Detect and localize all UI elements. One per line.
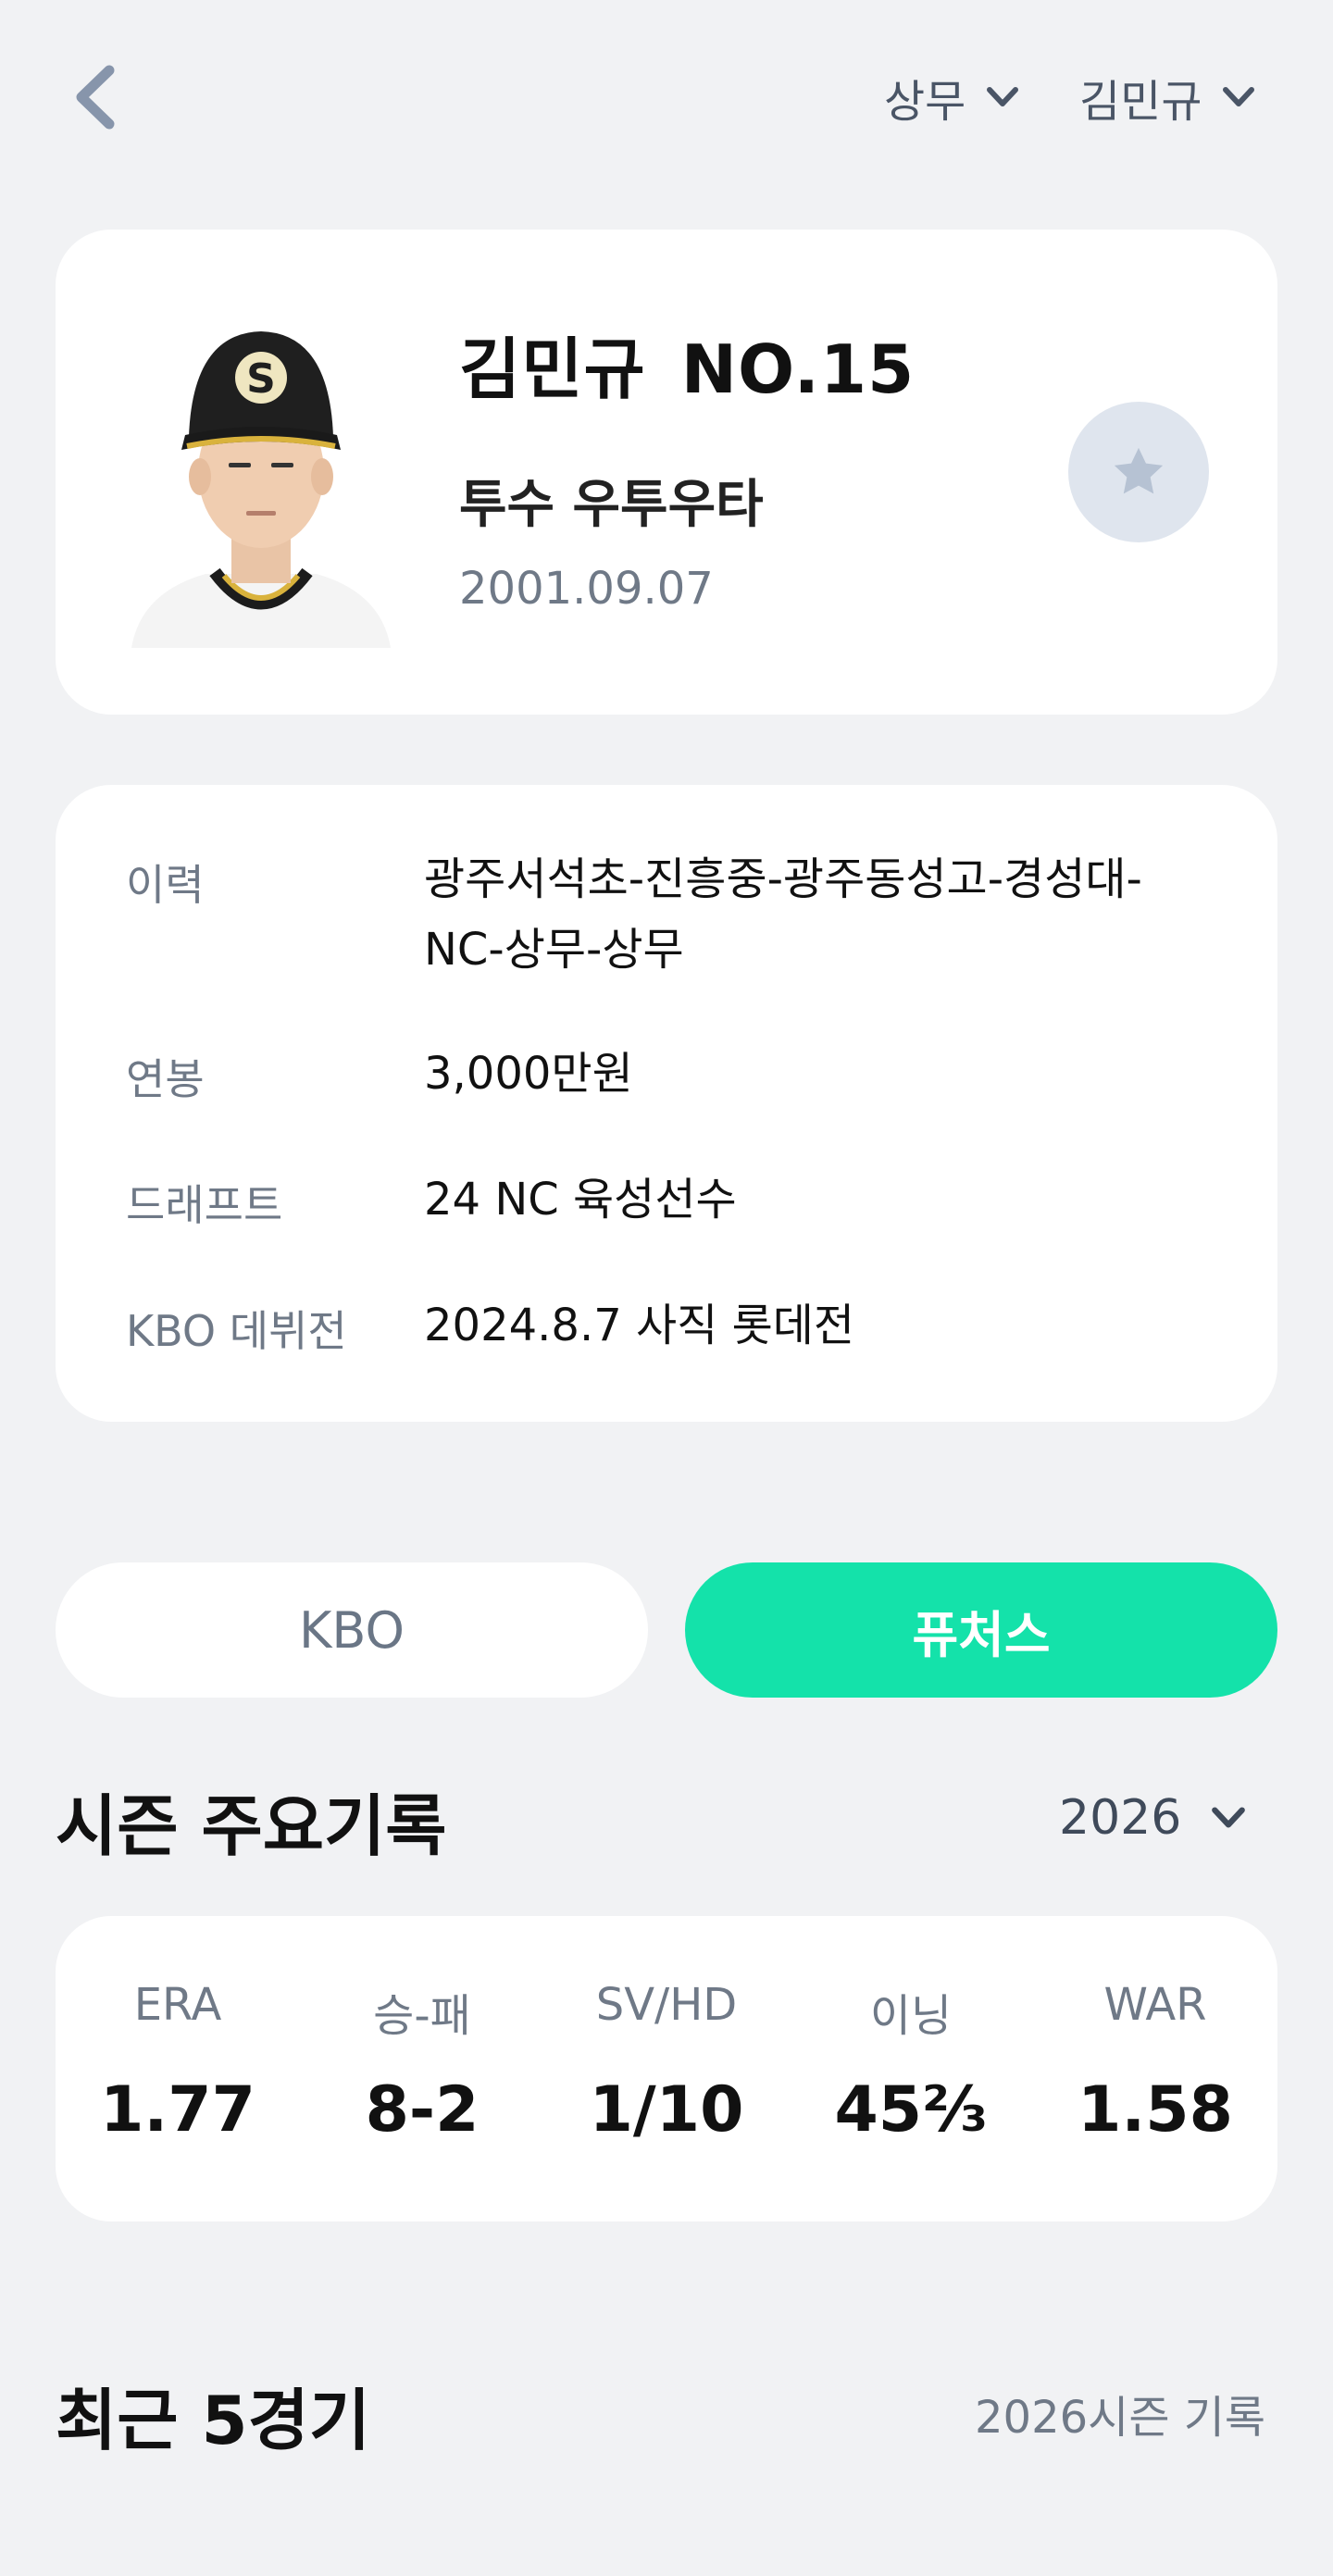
- player-dropdown-label: 김민규: [1079, 76, 1202, 128]
- stat-label: ERA: [133, 1979, 222, 2031]
- stat-win-loss: 승-패 8-2: [300, 1916, 544, 2221]
- chevron-down-icon: [1223, 87, 1255, 106]
- recent-games-subtitle: 2026시즌 기록: [975, 2392, 1266, 2444]
- info-value-history: 광주서석초-진흥중-광주동성고-경성대-NC-상무-상무: [424, 853, 1142, 976]
- cap-logo: S: [246, 355, 276, 403]
- chevron-down-icon: [1212, 1807, 1246, 1828]
- player-photo: S: [122, 315, 400, 648]
- stat-label: 승-패: [373, 1990, 471, 2042]
- player-dropdown[interactable]: 김민규: [1079, 67, 1257, 128]
- chevron-left-icon: [76, 65, 115, 130]
- chevron-down-icon: [987, 87, 1019, 106]
- stat-era: ERA 1.77: [56, 1916, 300, 2221]
- team-dropdown[interactable]: 상무: [884, 67, 1021, 128]
- recent-games-title: 최근 5경기: [56, 2382, 371, 2459]
- stat-war: WAR 1.58: [1033, 1916, 1277, 2221]
- stat-value: 1.58: [1078, 2073, 1233, 2147]
- team-dropdown-label: 상무: [884, 76, 966, 128]
- info-label-debut: KBO 데뷔전: [126, 1306, 347, 1356]
- info-value-draft: 24 NC 육성선수: [424, 1174, 737, 1226]
- stat-save-hold: SV/HD 1/10: [544, 1916, 789, 2221]
- info-label-salary: 연봉: [126, 1054, 205, 1104]
- season-year-label: 2026: [1059, 1790, 1182, 1846]
- player-position: 투수 우투우타: [459, 475, 764, 535]
- stat-innings: 이닝 45⅔: [789, 1916, 1033, 2221]
- stat-label: SV/HD: [595, 1979, 738, 2031]
- favorite-button[interactable]: [1068, 402, 1209, 542]
- stat-value: 45⅔: [834, 2073, 988, 2147]
- stat-label: WAR: [1103, 1979, 1207, 2031]
- stat-value: 1.77: [100, 2073, 255, 2147]
- season-stats-title: 시즌 주요기록: [56, 1787, 447, 1865]
- player-name-line: 김민규 NO.15: [459, 315, 915, 412]
- stat-label: 이닝: [869, 1990, 953, 2042]
- tab-kbo[interactable]: KBO: [56, 1562, 648, 1698]
- back-button[interactable]: [69, 65, 124, 130]
- info-label-draft: 드래프트: [126, 1180, 283, 1230]
- info-value-debut: 2024.8.7 사직 롯데전: [424, 1300, 855, 1351]
- player-birthdate: 2001.09.07: [459, 563, 714, 615]
- stat-value: 8-2: [365, 2073, 480, 2147]
- info-label-history: 이력: [126, 860, 205, 910]
- stat-value: 1/10: [589, 2073, 744, 2147]
- tab-futures[interactable]: 퓨처스: [685, 1562, 1277, 1698]
- recent-games-table-peek: [56, 2536, 333, 2576]
- season-year-dropdown[interactable]: 2026: [1059, 1790, 1248, 1846]
- player-name: 김민규: [459, 330, 646, 408]
- player-number: NO.15: [680, 330, 916, 408]
- star-icon: [1114, 447, 1164, 494]
- info-value-salary: 3,000만원: [424, 1048, 633, 1100]
